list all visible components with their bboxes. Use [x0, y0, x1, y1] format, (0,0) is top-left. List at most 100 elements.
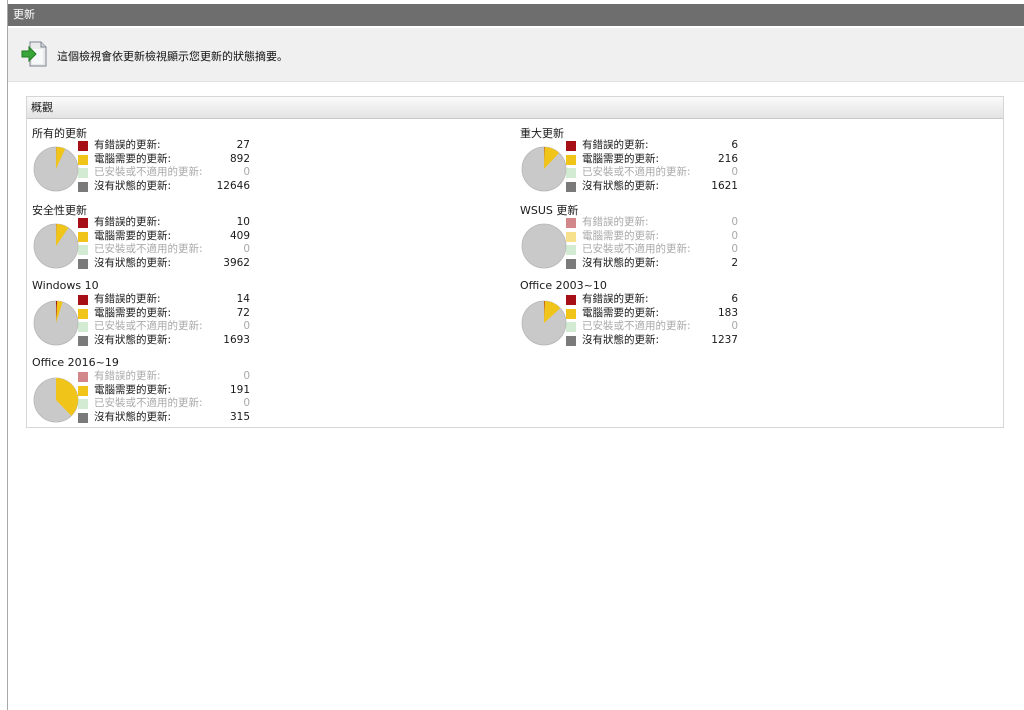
legend-swatch	[78, 335, 88, 346]
legend-row-needed[interactable]: 電腦需要的更新: 191	[78, 384, 298, 398]
legend-count: 0	[243, 370, 250, 382]
legend-label: 電腦需要的更新:	[582, 229, 660, 242]
legend-count: 315	[229, 410, 250, 423]
legend-row-error[interactable]: 有錯誤的更新: 10	[78, 216, 298, 230]
legend-label: 有錯誤的更新:	[94, 139, 161, 151]
legend-row-installed[interactable]: 已安裝或不適用的更新: 0	[566, 166, 786, 180]
legend-row-needed[interactable]: 電腦需要的更新: 183	[566, 307, 786, 321]
status-legend: 有錯誤的更新: 14 電腦需要的更新: 72 已安裝或不適用的更新: 0 沒有狀態的更新: 1…	[78, 293, 298, 347]
legend-count: 0	[731, 320, 738, 333]
legend-row-error[interactable]: 有錯誤的更新: 0	[566, 216, 786, 230]
legend-row-no-status[interactable]: 沒有狀態的更新: 1621	[566, 180, 786, 194]
status-group[interactable]: Office 2016~19 有錯誤的更新: 0 電腦需要的更新: 191 已安裝或不適用…	[32, 356, 292, 430]
legend-label: 有錯誤的更新:	[94, 216, 161, 228]
legend-label: 有錯誤的更新:	[582, 216, 649, 228]
legend-label: 已安裝或不適用的更新:	[94, 243, 203, 256]
legend-swatch	[78, 245, 88, 256]
legend-swatch	[566, 295, 576, 305]
legend-count: 2	[731, 256, 738, 269]
legend-swatch	[78, 154, 88, 165]
overview-header: 概觀	[27, 97, 1003, 119]
legend-swatch	[78, 322, 88, 333]
legend-row-needed[interactable]: 電腦需要的更新: 72	[78, 307, 298, 321]
legend-row-no-status[interactable]: 沒有狀態的更新: 1237	[566, 334, 786, 348]
legend-count: 3962	[223, 256, 250, 269]
legend-label: 沒有狀態的更新:	[582, 179, 660, 192]
legend-row-needed[interactable]: 電腦需要的更新: 409	[78, 230, 298, 244]
legend-swatch	[78, 231, 88, 242]
legend-row-installed[interactable]: 已安裝或不適用的更新: 0	[78, 166, 298, 180]
status-group[interactable]: WSUS 更新 有錯誤的更新: 0 電腦需要的更新: 0 已安裝或不適用的更新: 0 沒有狀態…	[520, 202, 780, 276]
legend-count: 0	[243, 166, 250, 179]
legend-swatch	[78, 412, 88, 423]
legend-swatch	[566, 231, 576, 242]
status-pie-chart	[33, 146, 79, 192]
group-title: 重大更新	[520, 127, 564, 140]
legend-row-error[interactable]: 有錯誤的更新: 14	[78, 293, 298, 307]
legend-row-no-status[interactable]: 沒有狀態的更新: 1693	[78, 334, 298, 348]
legend-row-needed[interactable]: 電腦需要的更新: 0	[566, 230, 786, 244]
status-pie-chart	[33, 223, 79, 269]
legend-row-no-status[interactable]: 沒有狀態的更新: 12646	[78, 180, 298, 194]
status-legend: 有錯誤的更新: 0 電腦需要的更新: 191 已安裝或不適用的更新: 0 沒有狀態的更新: 3…	[78, 370, 298, 424]
legend-row-no-status[interactable]: 沒有狀態的更新: 3962	[78, 257, 298, 271]
legend-row-installed[interactable]: 已安裝或不適用的更新: 0	[78, 320, 298, 334]
legend-count: 0	[731, 166, 738, 179]
legend-count: 6	[731, 293, 738, 305]
legend-swatch	[566, 308, 576, 319]
legend-label: 沒有狀態的更新:	[582, 256, 660, 269]
status-legend: 有錯誤的更新: 27 電腦需要的更新: 892 已安裝或不適用的更新: 0 沒有狀態的更新:…	[78, 139, 298, 193]
info-banner: 這個檢視會依更新檢視顯示您更新的狀態摘要。	[8, 28, 1024, 82]
legend-label: 有錯誤的更新:	[94, 293, 161, 305]
status-group[interactable]: Windows 10 有錯誤的更新: 14 電腦需要的更新: 72 已安裝或不適用的更新:…	[32, 279, 292, 353]
group-title: Office 2003~10	[520, 279, 607, 292]
legend-row-installed[interactable]: 已安裝或不適用的更新: 0	[78, 243, 298, 257]
legend-row-error[interactable]: 有錯誤的更新: 0	[78, 370, 298, 384]
legend-label: 已安裝或不適用的更新:	[94, 166, 203, 179]
status-group[interactable]: 所有的更新 有錯誤的更新: 27 電腦需要的更新: 892 已安裝或不適用的更新: 0 沒有狀…	[32, 125, 292, 199]
status-legend: 有錯誤的更新: 6 電腦需要的更新: 216 已安裝或不適用的更新: 0 沒有狀態的更新: 1…	[566, 139, 786, 193]
legend-row-needed[interactable]: 電腦需要的更新: 892	[78, 153, 298, 167]
status-pie-chart	[33, 377, 79, 423]
legend-swatch	[566, 141, 576, 151]
window-title: 更新	[13, 8, 35, 21]
status-group[interactable]: 安全性更新 有錯誤的更新: 10 電腦需要的更新: 409 已安裝或不適用的更新: 0 沒有狀…	[32, 202, 292, 276]
legend-swatch	[78, 399, 88, 410]
left-pane-border	[0, 0, 8, 710]
legend-row-installed[interactable]: 已安裝或不適用的更新: 0	[78, 397, 298, 411]
legend-label: 電腦需要的更新:	[94, 152, 172, 165]
legend-row-error[interactable]: 有錯誤的更新: 6	[566, 293, 786, 307]
legend-count: 0	[243, 320, 250, 333]
group-title: Windows 10	[32, 279, 99, 292]
window-title-bar: 更新	[8, 4, 1024, 26]
legend-swatch	[566, 245, 576, 256]
status-group[interactable]: 重大更新 有錯誤的更新: 6 電腦需要的更新: 216 已安裝或不適用的更新: 0 沒有狀態的…	[520, 125, 780, 199]
legend-row-no-status[interactable]: 沒有狀態的更新: 315	[78, 411, 298, 425]
legend-row-no-status[interactable]: 沒有狀態的更新: 2	[566, 257, 786, 271]
legend-count: 409	[229, 229, 250, 242]
legend-row-error[interactable]: 有錯誤的更新: 27	[78, 139, 298, 153]
legend-swatch	[566, 218, 576, 228]
legend-label: 電腦需要的更新:	[582, 152, 660, 165]
legend-label: 已安裝或不適用的更新:	[582, 243, 691, 256]
status-legend: 有錯誤的更新: 6 電腦需要的更新: 183 已安裝或不適用的更新: 0 沒有狀態的更新: 1…	[566, 293, 786, 347]
legend-label: 有錯誤的更新:	[94, 370, 161, 382]
legend-row-installed[interactable]: 已安裝或不適用的更新: 0	[566, 243, 786, 257]
legend-label: 沒有狀態的更新:	[94, 179, 172, 192]
legend-label: 沒有狀態的更新:	[94, 410, 172, 423]
legend-swatch	[566, 154, 576, 165]
legend-row-installed[interactable]: 已安裝或不適用的更新: 0	[566, 320, 786, 334]
legend-count: 216	[717, 152, 738, 165]
status-group[interactable]: Office 2003~10 有錯誤的更新: 6 電腦需要的更新: 183 已安裝或不適用…	[520, 279, 780, 353]
legend-count: 1237	[711, 333, 738, 346]
legend-swatch	[78, 295, 88, 305]
legend-count: 14	[236, 293, 250, 305]
legend-label: 已安裝或不適用的更新:	[94, 320, 203, 333]
legend-row-needed[interactable]: 電腦需要的更新: 216	[566, 153, 786, 167]
legend-count: 10	[236, 216, 250, 228]
legend-count: 191	[229, 383, 250, 396]
legend-label: 電腦需要的更新:	[94, 306, 172, 319]
legend-row-error[interactable]: 有錯誤的更新: 6	[566, 139, 786, 153]
legend-label: 已安裝或不適用的更新:	[582, 166, 691, 179]
legend-label: 電腦需要的更新:	[94, 383, 172, 396]
